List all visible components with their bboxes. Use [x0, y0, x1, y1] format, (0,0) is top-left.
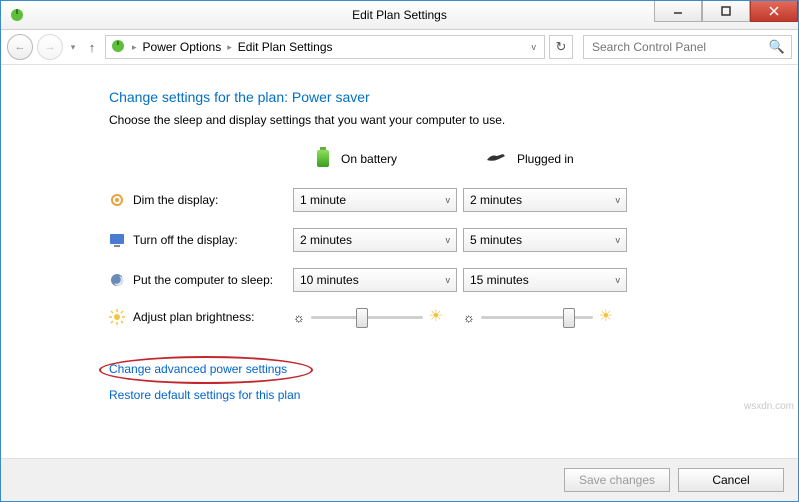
window: Edit Plan Settings ← → ▾ ↑ ▸ Power Optio…	[0, 0, 799, 502]
search-icon: 🔍	[769, 39, 785, 55]
brightness-plugged-cell: ☼ ☀	[463, 308, 613, 326]
brightness-label: Adjust plan brightness:	[133, 310, 254, 324]
maximize-button[interactable]	[702, 1, 750, 22]
power-plan-icon	[9, 7, 25, 23]
titlebar: Edit Plan Settings	[1, 1, 798, 30]
sleep-battery-select[interactable]: 10 minutesv	[293, 268, 457, 292]
breadcrumb-dropdown-icon[interactable]: v	[532, 42, 541, 52]
close-button[interactable]	[750, 1, 798, 22]
brightness-icon	[109, 309, 125, 325]
search-input[interactable]	[590, 39, 769, 55]
content: Change settings for the plan: Power save…	[1, 65, 798, 458]
column-on-battery: On battery	[293, 145, 463, 172]
chevron-down-icon: v	[446, 195, 451, 205]
sun-high-icon: ☀	[599, 309, 613, 325]
off-plugged-select[interactable]: 5 minutesv	[463, 228, 627, 252]
plug-icon	[485, 150, 507, 167]
advanced-settings-link[interactable]: Change advanced power settings	[109, 362, 287, 376]
brightness-battery-cell: ☼ ☀	[293, 308, 443, 326]
dim-plugged-select[interactable]: 2 minutesv	[463, 188, 627, 212]
column-plugged-label: Plugged in	[517, 152, 574, 166]
row-turn-off-display: Turn off the display:	[109, 232, 293, 248]
row-dim-display: Dim the display:	[109, 192, 293, 208]
row-sleep: Put the computer to sleep:	[109, 272, 293, 288]
watermark: wsxdn.com	[744, 401, 794, 412]
search-box[interactable]: 🔍	[583, 35, 792, 59]
monitor-icon	[109, 232, 125, 248]
breadcrumb-power-options[interactable]: Power Options	[143, 40, 222, 54]
row-brightness: Adjust plan brightness:	[109, 309, 293, 325]
chevron-down-icon: v	[446, 275, 451, 285]
footer: Save changes Cancel	[1, 458, 798, 501]
sleep-label: Put the computer to sleep:	[133, 273, 273, 287]
page-subheading: Choose the sleep and display settings th…	[109, 113, 758, 127]
column-plugged-in: Plugged in	[463, 150, 633, 167]
battery-icon	[315, 145, 331, 172]
restore-defaults-link[interactable]: Restore default settings for this plan	[109, 388, 300, 402]
chevron-down-icon: v	[616, 195, 621, 205]
dim-battery-select[interactable]: 1 minutev	[293, 188, 457, 212]
sun-low-icon: ☼	[463, 311, 475, 324]
minimize-button[interactable]	[654, 1, 702, 22]
forward-button[interactable]: →	[37, 34, 63, 60]
brightness-battery-slider[interactable]	[311, 308, 423, 326]
chevron-right-icon: ▸	[227, 42, 232, 53]
column-battery-label: On battery	[341, 152, 397, 166]
links-section: Change advanced power settings Restore d…	[109, 362, 758, 414]
sun-low-icon: ☼	[293, 311, 305, 324]
brightness-plugged-slider[interactable]	[481, 308, 593, 326]
chevron-down-icon: v	[616, 235, 621, 245]
dim-display-icon	[109, 192, 125, 208]
breadcrumb[interactable]: ▸ Power Options ▸ Edit Plan Settings v	[105, 35, 545, 59]
off-battery-select[interactable]: 2 minutesv	[293, 228, 457, 252]
chevron-down-icon: v	[446, 235, 451, 245]
refresh-button[interactable]: ↻	[549, 35, 573, 59]
power-icon	[110, 38, 126, 57]
page-heading: Change settings for the plan: Power save…	[109, 89, 758, 105]
settings-grid: On battery Plugged in Dim the display: 1…	[109, 145, 758, 326]
back-button[interactable]: ←	[7, 34, 33, 60]
chevron-right-icon: ▸	[132, 42, 137, 53]
chevron-down-icon: v	[616, 275, 621, 285]
history-dropdown[interactable]: ▾	[67, 42, 79, 53]
navbar: ← → ▾ ↑ ▸ Power Options ▸ Edit Plan Sett…	[1, 30, 798, 65]
cancel-button[interactable]: Cancel	[678, 468, 784, 492]
up-button[interactable]: ↑	[83, 40, 101, 55]
sleep-icon	[109, 272, 125, 288]
save-changes-button[interactable]: Save changes	[564, 468, 670, 492]
sun-high-icon: ☀	[429, 309, 443, 325]
sleep-plugged-select[interactable]: 15 minutesv	[463, 268, 627, 292]
breadcrumb-edit-plan[interactable]: Edit Plan Settings	[238, 40, 333, 54]
window-controls	[654, 1, 798, 21]
turn-off-display-label: Turn off the display:	[133, 233, 238, 247]
dim-display-label: Dim the display:	[133, 193, 218, 207]
